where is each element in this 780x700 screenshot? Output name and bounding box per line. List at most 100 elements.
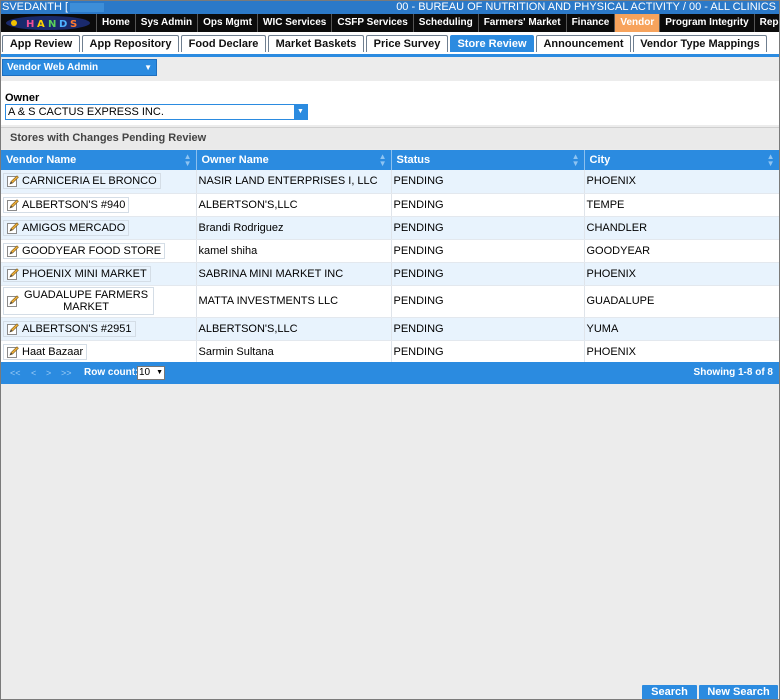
vendor-name-link[interactable]: CARNICERIA EL BRONCO <box>3 173 161 190</box>
tab-food-declare[interactable]: Food Declare <box>181 35 266 52</box>
edit-icon[interactable] <box>7 345 19 358</box>
table-row[interactable]: ALBERTSON'S #2951 ALBERTSON'S,LLC PENDING Y… <box>1 317 779 341</box>
nav-item-sys-admin[interactable]: Sys Admin <box>134 14 197 32</box>
owner-name-cell: Sarmin Sultana <box>196 340 392 364</box>
column-header-vendor-name[interactable]: Vendor Name ▲ ▼ <box>1 150 197 170</box>
table-row[interactable]: ALBERTSON'S #940 ALBERTSON'S,LLC PENDING TE… <box>1 193 779 217</box>
nav-item-csfp-services[interactable]: CSFP Services <box>331 14 412 32</box>
owner-name-cell: SABRINA MINI MARKET INC <box>196 262 392 286</box>
column-header-label: City <box>589 154 611 166</box>
svg-text:A: A <box>37 19 45 30</box>
first-page-icon[interactable]: << <box>10 362 21 384</box>
vendor-name-link[interactable]: Haat Bazaar <box>3 343 88 360</box>
owner-name-cell: ALBERTSON'S,LLC <box>196 317 392 341</box>
row-count-select[interactable]: 10 ▼ <box>137 366 165 380</box>
tab-app-repository[interactable]: App Repository <box>82 35 179 52</box>
table-row[interactable]: Haat Bazaar Sarmin Sultana PENDING PHOENIX <box>1 340 779 364</box>
vendor-name[interactable]: ALBERTSON'S #2951 <box>22 323 132 335</box>
tab-vendor-type-mappings[interactable]: Vendor Type Mappings <box>633 35 767 52</box>
sort-icon[interactable]: ▲ ▼ <box>767 153 775 168</box>
vendor-name-cell: ALBERTSON'S #940 <box>1 193 197 217</box>
status-cell: PENDING <box>391 285 585 318</box>
edit-icon[interactable] <box>7 295 19 307</box>
stores-grid: Vendor Name ▲ ▼ Owner Name ▲ ▼ Status ▲ ▼ City… <box>1 150 779 364</box>
status-cell: PENDING <box>391 340 585 364</box>
new-search-button[interactable]: New Search <box>699 685 778 699</box>
edit-icon[interactable] <box>7 175 19 188</box>
vendor-name-link[interactable]: ALBERTSON'S #2951 <box>3 320 136 337</box>
tab-price-survey[interactable]: Price Survey <box>366 35 448 52</box>
column-header-label: Vendor Name <box>6 154 77 166</box>
edit-icon[interactable] <box>7 244 19 257</box>
hands-logo[interactable]: H A N D S <box>4 15 92 31</box>
vendor-name[interactable]: AMIGOS MERCADO <box>22 222 125 234</box>
svg-text:S: S <box>70 19 77 30</box>
sort-icon[interactable]: ▲ ▼ <box>379 153 387 168</box>
nav-item-finance[interactable]: Finance <box>565 14 615 32</box>
prev-page-icon[interactable]: < <box>31 362 36 384</box>
vendor-name-link[interactable]: GOODYEAR FOOD STORE <box>3 242 166 259</box>
search-button[interactable]: Search <box>642 685 697 699</box>
chevron-down-icon[interactable]: ▼ <box>294 105 307 119</box>
vendor-name-link[interactable]: ALBERTSON'S #940 <box>3 196 130 213</box>
vendor-name[interactable]: GOODYEAR FOOD STORE <box>22 245 161 257</box>
edit-icon[interactable] <box>7 322 19 335</box>
vendor-name-cell: ALBERTSON'S #2951 <box>1 317 197 341</box>
nav-item-home[interactable]: Home <box>96 14 135 32</box>
vendor-name-cell: Haat Bazaar <box>1 340 197 364</box>
vendor-name-cell: CARNICERIA EL BRONCO <box>1 170 197 194</box>
vendor-name-link[interactable]: AMIGOS MERCADO <box>3 219 130 236</box>
svg-text:D: D <box>59 19 67 30</box>
sort-icon[interactable]: ▲ ▼ <box>572 153 580 168</box>
sort-icon[interactable]: ▲ ▼ <box>184 153 192 168</box>
nav-item-vendor[interactable]: Vendor <box>614 14 660 32</box>
vendor-name-cell: AMIGOS MERCADO <box>1 216 197 240</box>
status-cell: PENDING <box>391 170 585 194</box>
table-row[interactable]: GUADALUPE FARMERS MARKET MATTA INVESTMENT… <box>1 285 779 318</box>
nav-item-program-integrity[interactable]: Program Integrity <box>659 14 753 32</box>
owner-label: Owner <box>5 92 40 104</box>
column-header-label: Owner Name <box>201 154 269 166</box>
tab-store-review[interactable]: Store Review <box>450 35 534 52</box>
table-row[interactable]: AMIGOS MERCADO Brandi Rodriguez PENDING CHA… <box>1 216 779 240</box>
svg-text:N: N <box>48 19 56 30</box>
edit-icon[interactable] <box>7 267 19 280</box>
edit-icon[interactable] <box>7 221 19 234</box>
owner-name-cell: NASIR LAND ENTERPRISES I, LLC <box>196 170 392 194</box>
last-page-icon[interactable]: >> <box>61 362 72 384</box>
nav-item-reports[interactable]: Reports <box>753 14 779 32</box>
nav-item-scheduling[interactable]: Scheduling <box>412 14 478 32</box>
vendor-name[interactable]: Haat Bazaar <box>22 346 83 358</box>
table-row[interactable]: PHOENIX MINI MARKET SABRINA MINI MARKET I… <box>1 262 779 286</box>
vendor-web-admin-label: Vendor Web Admin <box>7 62 99 73</box>
grid-title: Stores with Changes Pending Review <box>1 127 779 149</box>
next-page-icon[interactable]: > <box>46 362 51 384</box>
city-cell: PHOENIX <box>584 262 779 286</box>
nav-item-wic-services[interactable]: WIC Services <box>257 14 331 32</box>
agency-label: 00 - BUREAU OF NUTRITION AND PHYSICAL AC… <box>396 1 776 13</box>
tab-market-baskets[interactable]: Market Baskets <box>268 35 364 52</box>
owner-select[interactable]: A & S CACTUS EXPRESS INC. ▼ <box>5 104 308 120</box>
showing-count: Showing 1-8 of 8 <box>693 367 773 378</box>
column-header-status[interactable]: Status ▲ ▼ <box>391 150 585 170</box>
tab-announcement[interactable]: Announcement <box>536 35 631 52</box>
vendor-name[interactable]: PHOENIX MINI MARKET <box>22 268 147 280</box>
edit-icon[interactable] <box>7 198 19 211</box>
vendor-name-link[interactable]: PHOENIX MINI MARKET <box>3 265 151 282</box>
vendor-name[interactable]: ALBERTSON'S #940 <box>22 199 125 211</box>
nav-item-ops-mgmt[interactable]: Ops Mgmt <box>197 14 257 32</box>
nav-item-farmers-market[interactable]: Farmers' Market <box>477 14 566 32</box>
vendor-name[interactable]: GUADALUPE FARMERS MARKET <box>24 289 148 313</box>
user-redacted <box>70 2 105 12</box>
vendor-name-link[interactable]: GUADALUPE FARMERS MARKET <box>3 287 154 315</box>
grid-header-row: Vendor Name ▲ ▼ Owner Name ▲ ▼ Status ▲ ▼ City… <box>1 150 779 170</box>
row-count-value: 10 <box>139 367 151 378</box>
owner-name-cell: Brandi Rodriguez <box>196 216 392 240</box>
vendor-name[interactable]: CARNICERIA EL BRONCO <box>22 175 157 187</box>
table-row[interactable]: CARNICERIA EL BRONCO NASIR LAND ENTERPRIS… <box>1 170 779 194</box>
table-row[interactable]: GOODYEAR FOOD STORE kamel shiha PENDING GOO… <box>1 239 779 263</box>
column-header-owner-name[interactable]: Owner Name ▲ ▼ <box>196 150 392 170</box>
tab-app-review[interactable]: App Review <box>2 35 80 52</box>
vendor-web-admin-dropdown[interactable]: Vendor Web Admin ▼ <box>2 59 157 76</box>
column-header-city[interactable]: City ▲ ▼ <box>584 150 779 170</box>
